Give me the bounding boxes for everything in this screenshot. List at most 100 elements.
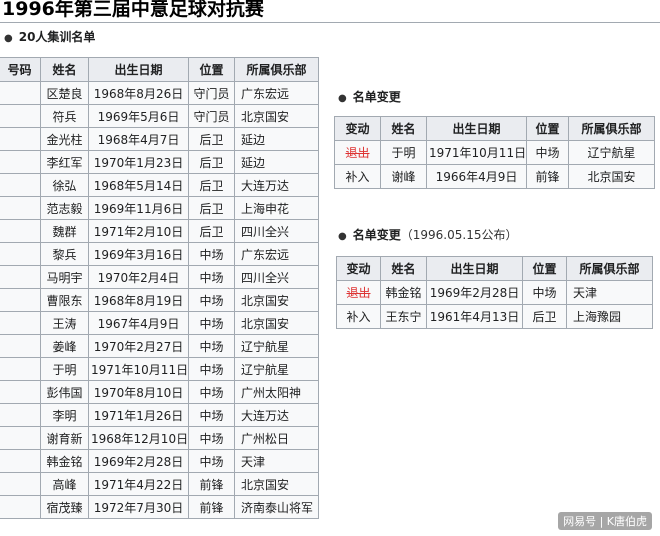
bullet-icon: ●: [4, 33, 13, 44]
change2-heading-text: 名单变更: [352, 228, 401, 242]
position: 后卫: [188, 196, 235, 220]
change-type-withdrawn: 退出: [336, 280, 381, 305]
number: [0, 334, 41, 358]
col-name-header: 姓名: [380, 116, 427, 141]
number: [0, 150, 41, 174]
player-name: 于明: [40, 357, 89, 381]
player-name: 魏群: [40, 219, 89, 243]
club: 天津: [234, 449, 319, 473]
table-row: 区楚良 1968年8月26日 守门员 广东宏远: [0, 81, 319, 105]
col-birthdate-header: 出生日期: [426, 256, 523, 281]
table-row: 高峰 1971年4月22日 前锋 北京国安: [0, 472, 319, 496]
birth-date: 1969年2月28日: [426, 280, 523, 305]
player-name: 符兵: [40, 104, 89, 128]
position: 中场: [188, 288, 235, 312]
position: 后卫: [188, 150, 235, 174]
club: 大连万达: [234, 403, 319, 427]
change1-table: 变动 姓名 出生日期 位置 所属俱乐部 退出 于明 1971年10月11日 中场…: [334, 116, 655, 189]
col-birthdate-header: 出生日期: [426, 116, 527, 141]
birth-date: 1971年10月11日: [426, 140, 527, 165]
player-name: 王东宁: [380, 304, 427, 329]
roster-header-row: 号码 姓名 出生日期 位置 所属俱乐部: [0, 57, 319, 82]
player-name: 韩金铭: [380, 280, 427, 305]
player-name: 曹限东: [40, 288, 89, 312]
table-row: 王涛 1967年4月9日 中场 北京国安: [0, 311, 319, 335]
number: [0, 242, 41, 266]
club: 上海申花: [234, 196, 319, 220]
birth-date: 1970年2月4日: [88, 265, 189, 289]
change-type-added: 补入: [334, 164, 381, 189]
position: 后卫: [522, 304, 567, 329]
birth-date: 1971年1月26日: [88, 403, 189, 427]
club: 广州太阳神: [234, 380, 319, 404]
birth-date: 1966年4月9日: [426, 164, 527, 189]
change2-date-note: （1996.05.15公布）: [400, 228, 518, 242]
table-row: 李红军 1970年1月23日 后卫 延边: [0, 150, 319, 174]
change1-heading: ● 名单变更: [338, 88, 401, 105]
number: [0, 357, 41, 381]
club: 延边: [234, 127, 319, 151]
club: 北京国安: [234, 472, 319, 496]
club: 四川全兴: [234, 265, 319, 289]
club: 北京国安: [568, 164, 655, 189]
table-row: 补入 谢峰 1966年4月9日 前锋 北京国安: [334, 164, 655, 189]
player-name: 彭伟国: [40, 380, 89, 404]
birth-date: 1971年4月22日: [88, 472, 189, 496]
table-row: 补入 王东宁 1961年4月13日 后卫 上海豫园: [336, 304, 653, 329]
birth-date: 1969年2月28日: [88, 449, 189, 473]
player-name: 韩金铭: [40, 449, 89, 473]
col-name-header: 姓名: [40, 57, 89, 82]
club: 北京国安: [234, 288, 319, 312]
player-name: 徐弘: [40, 173, 89, 197]
club: 天津: [566, 280, 653, 305]
birth-date: 1970年1月23日: [88, 150, 189, 174]
birth-date: 1967年4月9日: [88, 311, 189, 335]
table-row: 金光柱 1968年4月7日 后卫 延边: [0, 127, 319, 151]
birth-date: 1961年4月13日: [426, 304, 523, 329]
position: 前锋: [188, 472, 235, 496]
position: 中场: [522, 280, 567, 305]
birth-date: 1969年3月16日: [88, 242, 189, 266]
player-name: 李红军: [40, 150, 89, 174]
position: 中场: [188, 265, 235, 289]
table-row: 徐弘 1968年5月14日 后卫 大连万达: [0, 173, 319, 197]
number: [0, 288, 41, 312]
number: [0, 104, 41, 128]
number: [0, 81, 41, 105]
player-name: 马明宇: [40, 265, 89, 289]
club: 辽宁航星: [234, 357, 319, 381]
club: 延边: [234, 150, 319, 174]
bullet-icon: ●: [338, 93, 347, 104]
table-row: 姜峰 1970年2月27日 中场 辽宁航星: [0, 334, 319, 358]
position: 后卫: [188, 127, 235, 151]
position: 中场: [188, 403, 235, 427]
table-row: 马明宇 1970年2月4日 中场 四川全兴: [0, 265, 319, 289]
position: 中场: [188, 334, 235, 358]
col-position-header: 位置: [188, 57, 235, 82]
position: 中场: [188, 449, 235, 473]
table-row: 宿茂臻 1972年7月30日 前锋 济南泰山将军: [0, 495, 319, 519]
club: 广东宏远: [234, 242, 319, 266]
bullet-icon: ●: [338, 231, 347, 242]
table-row: 彭伟国 1970年8月10日 中场 广州太阳神: [0, 380, 319, 404]
table-row: 退出 韩金铭 1969年2月28日 中场 天津: [336, 280, 653, 305]
col-name-header: 姓名: [380, 256, 427, 281]
table-row: 退出 于明 1971年10月11日 中场 辽宁航星: [334, 140, 655, 165]
number: [0, 127, 41, 151]
club: 四川全兴: [234, 219, 319, 243]
roster-heading: ● 20人集训名单: [4, 28, 95, 45]
table-row: 曹限东 1968年8月19日 中场 北京国安: [0, 288, 319, 312]
number: [0, 196, 41, 220]
page-title: 1996年第三届中意足球对抗赛: [2, 0, 264, 20]
number: [0, 472, 41, 496]
change-type-added: 补入: [336, 304, 381, 329]
birth-date: 1970年2月27日: [88, 334, 189, 358]
player-name: 王涛: [40, 311, 89, 335]
position: 中场: [188, 357, 235, 381]
club: 上海豫园: [566, 304, 653, 329]
player-name: 谢峰: [380, 164, 427, 189]
col-number-header: 号码: [0, 57, 41, 82]
col-club-header: 所属俱乐部: [568, 116, 655, 141]
title-divider: [0, 22, 660, 23]
table-row: 谢育新 1968年12月10日 中场 广州松日: [0, 426, 319, 450]
